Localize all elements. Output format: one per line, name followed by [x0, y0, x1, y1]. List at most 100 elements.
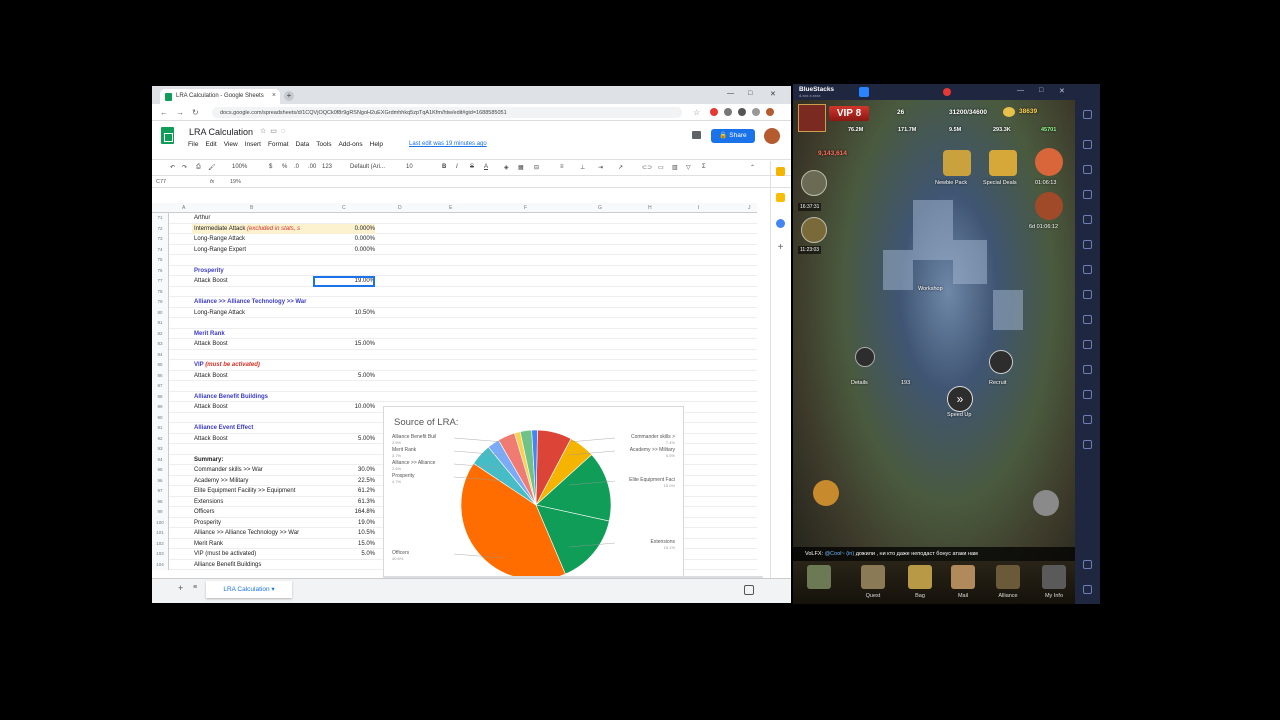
- menu-edit[interactable]: Edit: [205, 141, 216, 148]
- row-number[interactable]: 88: [152, 391, 169, 402]
- sheet-tab-lra[interactable]: LRA Calculation ▾: [206, 581, 292, 598]
- col-header-j[interactable]: J: [748, 205, 751, 211]
- cell-value[interactable]: 0.000%: [313, 247, 375, 253]
- title-actions-icons[interactable]: ☆▭◌: [260, 127, 289, 135]
- sheets-logo-icon[interactable]: [161, 127, 174, 144]
- table-row[interactable]: 72 Intermediate Attack (excluded in stats…: [152, 223, 757, 234]
- url-input[interactable]: docs.google.com/spreadsheets/d/1CQVjOQCk…: [212, 107, 682, 118]
- cell-value[interactable]: 10.00%: [313, 404, 375, 410]
- cell-label[interactable]: Attack Boost: [194, 341, 228, 347]
- all-sheets-icon[interactable]: ≡: [193, 584, 197, 591]
- row-number[interactable]: 101: [152, 528, 169, 539]
- increase-decimal-button[interactable]: .00: [308, 164, 316, 170]
- record-icon[interactable]: [1083, 240, 1092, 249]
- cell-value[interactable]: 22.5%: [313, 478, 375, 484]
- row-number[interactable]: 100: [152, 517, 169, 528]
- add-sheet-icon[interactable]: +: [178, 583, 183, 593]
- close-bs-button[interactable]: ✕: [1059, 87, 1065, 95]
- share-button[interactable]: 🔒 Share: [711, 129, 755, 143]
- sync-icon[interactable]: [1083, 440, 1092, 449]
- dock-world-button[interactable]: [799, 563, 839, 603]
- back-icon[interactable]: [1083, 585, 1092, 594]
- cell-value[interactable]: 30.0%: [313, 467, 375, 473]
- building[interactable]: [953, 240, 987, 284]
- menu-view[interactable]: View: [224, 141, 238, 148]
- cell-value[interactable]: 164.8%: [313, 509, 375, 515]
- cell-label[interactable]: Merit Rank: [194, 331, 225, 337]
- cell-label[interactable]: Merit Rank: [194, 541, 223, 547]
- comment-history-icon[interactable]: [692, 131, 701, 139]
- cell-value[interactable]: 5.00%: [313, 436, 375, 442]
- row-number[interactable]: 82: [152, 328, 169, 339]
- cell-label[interactable]: Attack Boost: [194, 373, 228, 379]
- cell-value[interactable]: 61.2%: [313, 488, 375, 494]
- table-row[interactable]: 88 Alliance Benefit Buildings: [152, 391, 757, 402]
- dock-myinfo-button[interactable]: My Info: [1034, 563, 1074, 603]
- cell-label[interactable]: Alliance >> Alliance Technology >> War: [194, 299, 306, 305]
- cell-label[interactable]: Prosperity: [194, 268, 224, 274]
- menu-insert[interactable]: Insert: [245, 141, 261, 148]
- row-number[interactable]: 85: [152, 360, 169, 371]
- building[interactable]: [883, 250, 913, 290]
- cell-value[interactable]: 19.0%: [313, 520, 375, 526]
- maximize-button[interactable]: □: [748, 90, 752, 97]
- cell-label[interactable]: Intermediate Attack (excluded in stats, …: [194, 226, 300, 232]
- cell-value[interactable]: 15.00%: [313, 341, 375, 347]
- text-color-button[interactable]: A: [484, 164, 488, 170]
- notification-icon[interactable]: [943, 88, 951, 96]
- details-label[interactable]: Details: [851, 380, 868, 386]
- wrap-icon[interactable]: ⇥: [598, 164, 603, 171]
- table-row[interactable]: 87: [152, 381, 757, 392]
- profile-avatar[interactable]: [766, 108, 774, 116]
- vip-badge[interactable]: VIP 8: [829, 106, 869, 121]
- cell-value[interactable]: 10.5%: [313, 530, 375, 536]
- cell-value[interactable]: 5.00%: [313, 373, 375, 379]
- col-header-g[interactable]: G: [598, 205, 602, 211]
- borders-icon[interactable]: ▦: [518, 164, 524, 171]
- row-number[interactable]: 99: [152, 507, 169, 518]
- currency-button[interactable]: $: [269, 164, 272, 170]
- calendar-icon[interactable]: [776, 167, 785, 176]
- menu-help[interactable]: Help: [370, 141, 383, 148]
- cell-label[interactable]: VIP (must be activated): [194, 362, 260, 368]
- dock-alliance-button[interactable]: Alliance: [988, 563, 1028, 603]
- account-avatar[interactable]: [764, 128, 780, 144]
- menu-format[interactable]: Format: [268, 141, 289, 148]
- cell-label[interactable]: Long-Range Attack: [194, 310, 245, 316]
- last-edit-link[interactable]: Last edit was 19 minutes ago: [409, 141, 487, 147]
- table-row[interactable]: 84: [152, 349, 757, 360]
- table-row[interactable]: 79 Alliance >> Alliance Technology >> War: [152, 297, 757, 308]
- close-window-button[interactable]: ✕: [770, 90, 776, 98]
- cell-label[interactable]: Summary:: [194, 457, 223, 463]
- row-number[interactable]: 91: [152, 423, 169, 434]
- col-header-i[interactable]: I: [698, 205, 699, 211]
- row-number[interactable]: 90: [152, 412, 169, 423]
- keymap-icon[interactable]: [1083, 165, 1092, 174]
- row-number[interactable]: 86: [152, 370, 169, 381]
- cell-label[interactable]: VIP (must be activated): [194, 551, 256, 557]
- document-title[interactable]: LRA Calculation: [189, 127, 253, 137]
- cell-label[interactable]: Attack Boost: [194, 278, 228, 284]
- undo-icon[interactable]: ↶: [170, 164, 175, 171]
- cell-label[interactable]: Commander skills >> War: [194, 467, 263, 473]
- table-row[interactable]: 82 Merit Rank: [152, 328, 757, 339]
- game-view[interactable]: VIP 8 26 31200/34600 38639 76.2M 171.7M …: [793, 100, 1075, 604]
- cell-value[interactable]: 61.3%: [313, 499, 375, 505]
- dock-mail-button[interactable]: Mail: [943, 563, 983, 603]
- percent-button[interactable]: %: [282, 164, 287, 170]
- extension-icon[interactable]: [752, 108, 760, 116]
- extension-adblock-icon[interactable]: [710, 108, 718, 116]
- row-number[interactable]: 104: [152, 559, 169, 570]
- menu-addons[interactable]: Add-ons: [338, 141, 362, 148]
- cell-label[interactable]: Alliance Benefit Buildings: [194, 394, 268, 400]
- recruit-label[interactable]: Recruit: [989, 380, 1006, 386]
- decrease-decimal-button[interactable]: .0: [294, 164, 299, 170]
- table-row[interactable]: 86 Attack Boost 5.00%: [152, 370, 757, 381]
- pie-chart[interactable]: Source of LRA: Alliance Benefit Buil 2.5%…: [383, 406, 684, 579]
- reload-icon[interactable]: ↻: [192, 108, 199, 117]
- back-icon[interactable]: ←: [160, 108, 168, 117]
- maximize-bs-button[interactable]: □: [1039, 87, 1043, 94]
- cell-label[interactable]: Officers: [194, 509, 215, 515]
- table-row[interactable]: 85 VIP (must be activated): [152, 360, 757, 371]
- macro-icon[interactable]: [1083, 415, 1092, 424]
